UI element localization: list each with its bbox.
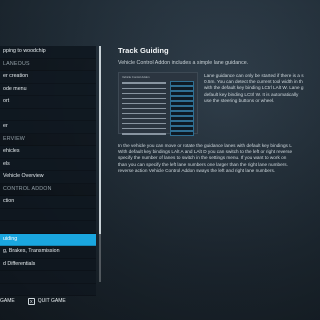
screenshot-setting-row bbox=[122, 80, 194, 86]
help-text-line: reverse action Vehicle Control Addon swa… bbox=[118, 167, 276, 173]
sidebar-item[interactable] bbox=[0, 271, 96, 284]
sidebar-item[interactable]: g, Brakes, Transmission bbox=[0, 246, 96, 259]
screenshot-setting-row bbox=[122, 110, 194, 117]
sidebar-item[interactable]: er creation bbox=[0, 71, 96, 84]
settings-screenshot: Vehicle Control Addon bbox=[118, 72, 198, 137]
sidebar-item[interactable]: ehicles bbox=[0, 146, 96, 159]
sidebar-item[interactable]: pping to woodchip bbox=[0, 46, 96, 59]
sidebar-item[interactable]: els bbox=[0, 158, 96, 171]
screenshot-heading: Vehicle Control Addon bbox=[122, 75, 150, 79]
quit-game-label: QUIT GAME bbox=[37, 298, 66, 304]
help-page-subtitle: Vehicle Control Addon includes a simple … bbox=[118, 60, 249, 66]
help-text-line: default key binding LCtrl W. It is autom… bbox=[204, 91, 299, 97]
screenshot-setting-row bbox=[122, 126, 194, 132]
topic-list-scrollbar[interactable] bbox=[99, 46, 101, 282]
screenshot-setting-row bbox=[122, 85, 194, 91]
sidebar-item[interactable]: Vehicle Overview bbox=[0, 171, 96, 184]
sidebar-item[interactable]: ode menu bbox=[0, 83, 96, 96]
back-button[interactable]: GAME bbox=[0, 298, 15, 304]
help-paragraph-1: Lane guidance can only be started if the… bbox=[204, 73, 304, 104]
sidebar-item[interactable]: d Differentials bbox=[0, 258, 96, 271]
screenshot-setting-row bbox=[122, 121, 194, 127]
screenshot-setting-row bbox=[122, 116, 194, 122]
screenshot-setting-row bbox=[122, 105, 194, 112]
screenshot-setting-row bbox=[122, 90, 194, 96]
help-text-line: with the default key binding LCtrl LAlt … bbox=[204, 85, 304, 91]
sidebar-section-header: CONTROL ADDON bbox=[0, 183, 96, 196]
screenshot-setting-row bbox=[122, 95, 194, 101]
sidebar-item[interactable]: ction bbox=[0, 196, 96, 209]
sidebar-section-header: ERVIEW bbox=[0, 133, 96, 146]
help-text-line: use the steering buttons or wheel. bbox=[204, 97, 275, 103]
sidebar-item[interactable]: er bbox=[0, 121, 96, 134]
sidebar-item[interactable]: uiding bbox=[0, 233, 96, 246]
screenshot-setting-row bbox=[122, 131, 194, 137]
screenshot-setting-row bbox=[122, 100, 194, 106]
help-page-title: Track Guiding bbox=[118, 46, 169, 55]
sidebar-item[interactable] bbox=[0, 221, 96, 234]
bottom-button-bar: GAME X QUIT GAME bbox=[0, 295, 66, 307]
help-paragraph-2: In the vehicle you can move or rotate th… bbox=[118, 143, 292, 174]
sidebar-item[interactable]: ort bbox=[0, 96, 96, 109]
sidebar-item[interactable] bbox=[0, 108, 96, 121]
quit-key-icon: X bbox=[27, 297, 35, 305]
help-content: Track Guiding Vehicle Control Addon incl… bbox=[118, 46, 320, 66]
help-text-line: specify the number of lanes to switch in… bbox=[118, 155, 287, 161]
sidebar-item[interactable] bbox=[0, 208, 96, 221]
back-button-label: GAME bbox=[0, 298, 15, 304]
help-text-line: than you can specify the left lane numbe… bbox=[118, 161, 288, 167]
quit-game-button[interactable]: X QUIT GAME bbox=[27, 297, 66, 305]
sidebar-section-header: LANEOUS bbox=[0, 58, 96, 71]
scrollbar-thumb[interactable] bbox=[99, 46, 101, 234]
help-topic-list: pping to woodchip LANEOUS er creation ode m… bbox=[0, 46, 96, 296]
